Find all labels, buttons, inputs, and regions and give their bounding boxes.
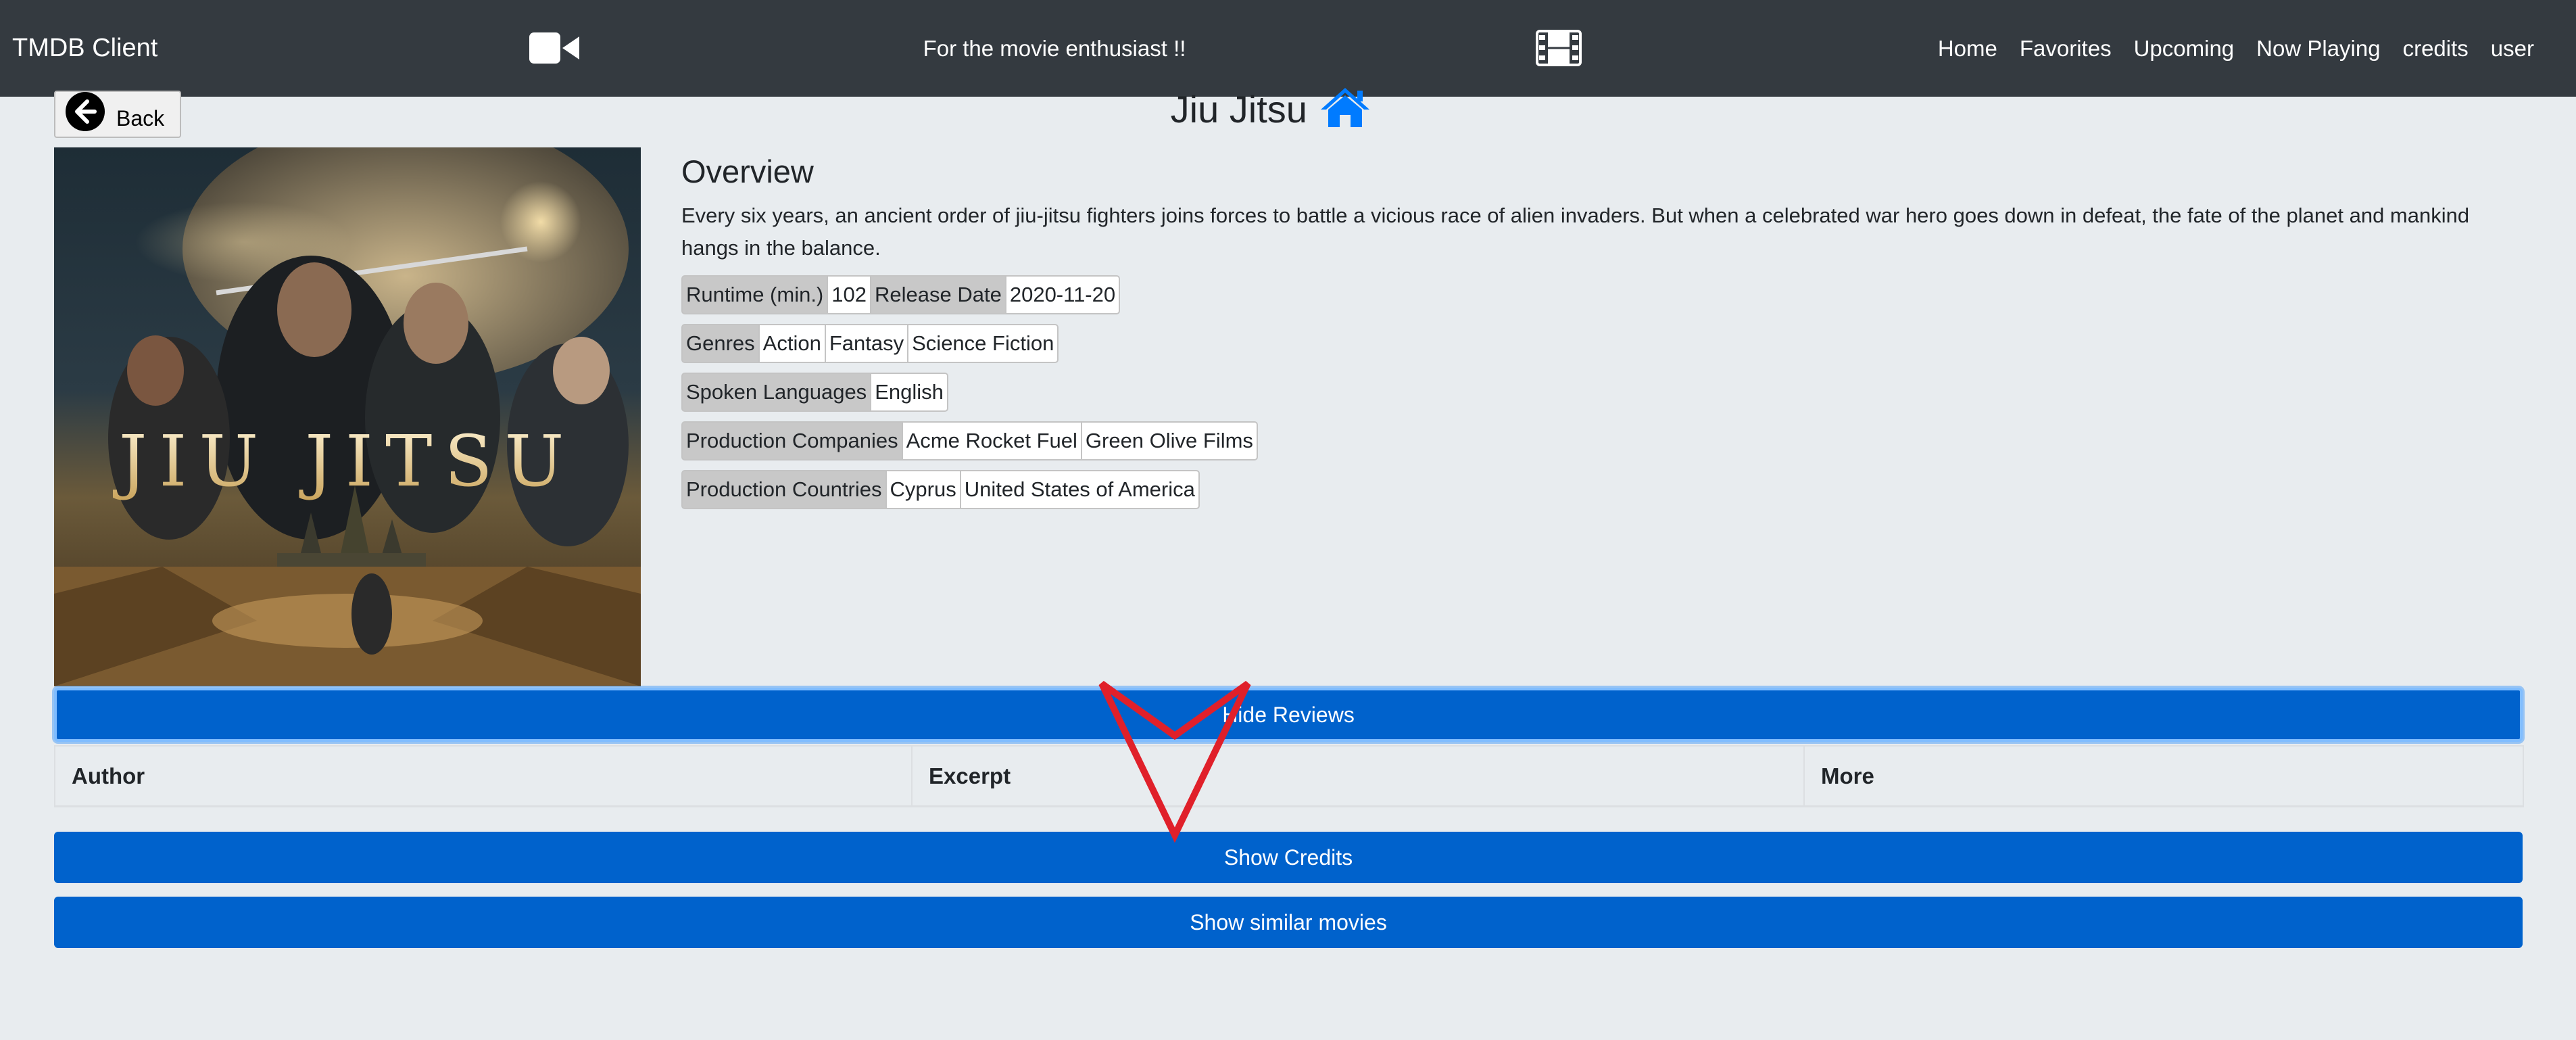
excerpt-column-header: Excerpt [911,745,1805,807]
page-title: Jiu Jitsu [1170,88,1307,131]
show-similar-movies-button[interactable]: Show similar movies [54,897,2523,948]
top-navbar: TMDB Client For the movie enthusiast !! … [0,0,2576,97]
nav-upcoming[interactable]: Upcoming [2134,36,2235,62]
nav-links: Home Favorites Upcoming Now Playing cred… [1916,0,2534,97]
arrow-left-circle-icon [65,91,105,137]
company-chip: Acme Rocket Fuel [901,421,1082,460]
overview-section: Overview Every six years, an ancient ord… [681,153,2527,519]
back-label: Back [116,105,165,131]
tagline: For the movie enthusiast !! [923,36,1186,61]
runtime-release-row: Runtime (min.) 102 Release Date 2020-11-… [681,275,2527,314]
overview-text: Every six years, an ancient order of jiu… [681,204,2470,260]
down-arrow-annotation-icon [1094,671,1256,857]
brand-title[interactable]: TMDB Client [12,0,157,97]
companies-row: Production Companies Acme Rocket Fuel Gr… [681,421,2527,460]
runtime-value: 102 [827,275,871,314]
reviews-table: Author Excerpt More [54,745,2524,807]
genre-chip: Fantasy [824,324,909,363]
hide-reviews-button[interactable]: Hide Reviews [54,688,2523,742]
more-column-header: More [1803,745,2524,807]
movie-info: Runtime (min.) 102 Release Date 2020-11-… [681,275,2527,509]
author-column-header: Author [54,745,913,807]
company-chip: Green Olive Films [1080,421,1258,460]
country-chip: Cyprus [885,470,961,509]
show-credits-button[interactable]: Show Credits [54,832,2523,883]
countries-row: Production Countries Cyprus United State… [681,470,2527,509]
video-camera-icon [529,32,579,67]
genre-chip: Action [758,324,826,363]
release-date-label: Release Date [870,275,1006,314]
nav-user[interactable]: user [2491,36,2534,62]
genres-label: Genres [681,324,760,363]
film-icon [1536,30,1582,70]
nav-favorites[interactable]: Favorites [2020,36,2112,62]
language-chip: English [870,373,948,412]
title-row: Jiu Jitsu [1068,87,1474,132]
spoken-languages-label: Spoken Languages [681,373,872,412]
release-date-value: 2020-11-20 [1004,275,1121,314]
country-chip: United States of America [959,470,1200,509]
genre-chip: Science Fiction [907,324,1059,363]
nav-now-playing[interactable]: Now Playing [2256,36,2380,62]
genres-row: Genres Action Fantasy Science Fiction [681,324,2527,363]
production-companies-label: Production Companies [681,421,903,460]
movie-poster: JIU JITSU [54,147,641,686]
reviews-header-row: Author Excerpt More [54,745,2524,807]
production-countries-label: Production Countries [681,470,887,509]
back-button[interactable]: Back [54,91,181,138]
poster-title: JIU JITSU [113,420,577,502]
overview-heading: Overview [681,153,814,189]
nav-credits[interactable]: credits [2403,36,2469,62]
languages-row: Spoken Languages English [681,373,2527,412]
runtime-label: Runtime (min.) [681,275,829,314]
nav-home[interactable]: Home [1938,36,1997,62]
home-icon[interactable] [1319,87,1371,132]
